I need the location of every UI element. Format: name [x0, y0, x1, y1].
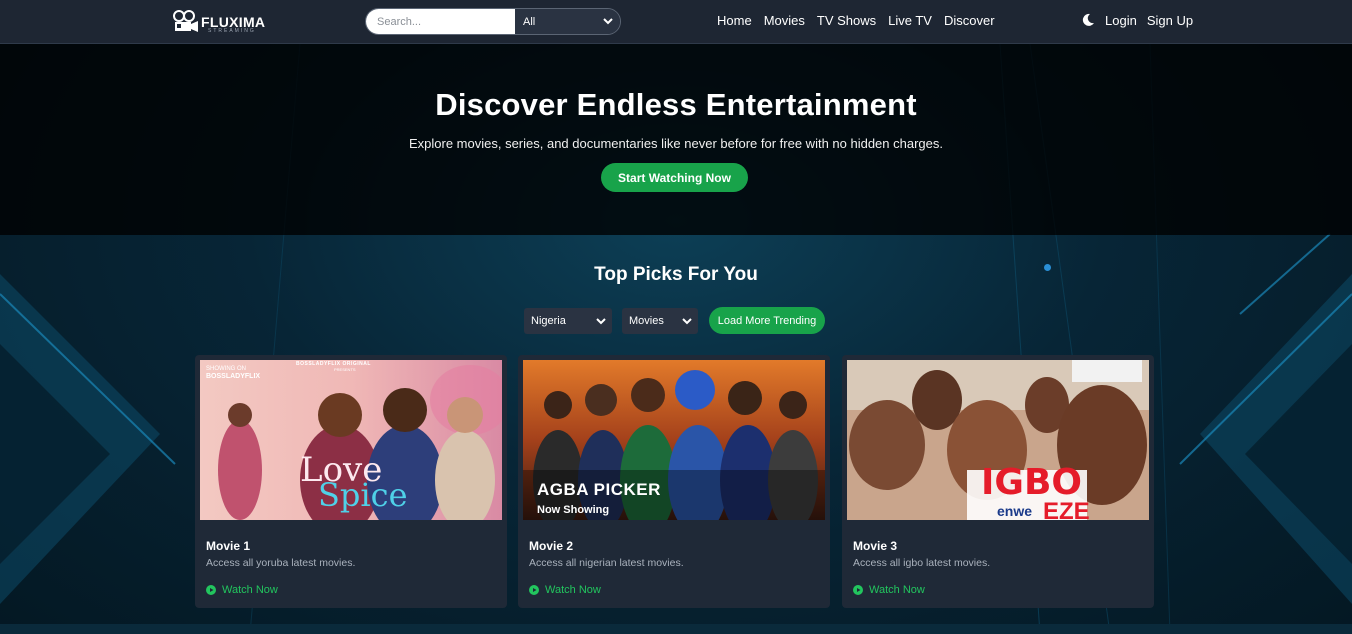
navbar: FLUXIMA STREAMING All Home Movies TV Sho…: [0, 0, 1352, 44]
chevron-down-icon: [682, 318, 692, 325]
poster-title-igbo: IGBO: [981, 462, 1082, 503]
hero-title: Discover Endless Entertainment: [435, 87, 917, 122]
signup-link[interactable]: Sign Up: [1147, 13, 1193, 28]
card-title: Movie 3: [853, 539, 898, 553]
brand-tagline: STREAMING: [208, 28, 256, 34]
movie-poster-agba-picker[interactable]: AGBA PICKER Now Showing: [523, 360, 825, 520]
movie-card[interactable]: SHOWING ON BOSSLADYFLIX BOSSLADYFLIX ORI…: [195, 355, 507, 608]
search-category-select[interactable]: All: [515, 9, 620, 34]
decorative-dot: [1044, 264, 1051, 271]
card-description: Access all yoruba latest movies.: [206, 557, 356, 569]
watch-now-link[interactable]: Watch Now: [853, 584, 925, 596]
poster-channel: BOSSLADYFLIX: [206, 373, 261, 380]
moon-icon[interactable]: [1081, 13, 1095, 27]
chevron-down-icon: [596, 318, 606, 325]
nav-movies[interactable]: Movies: [764, 13, 805, 28]
nav-home[interactable]: Home: [717, 13, 752, 28]
type-select-value: Movies: [629, 315, 664, 327]
nav-tv-shows[interactable]: TV Shows: [817, 13, 876, 28]
nav-discover[interactable]: Discover: [944, 13, 995, 28]
play-circle-icon: [206, 585, 216, 595]
search-bar: All: [365, 8, 621, 35]
movie-card[interactable]: AGBA PICKER Now Showing Movie 2 Access a…: [518, 355, 830, 608]
card-description: Access all nigerian latest movies.: [529, 557, 684, 569]
poster-showing-on: SHOWING ON: [206, 366, 246, 372]
film-camera-icon: [173, 10, 198, 32]
card-description: Access all igbo latest movies.: [853, 557, 991, 569]
country-select[interactable]: Nigeria: [524, 308, 612, 334]
search-category-value: All: [523, 15, 536, 28]
play-circle-icon: [529, 585, 539, 595]
watch-now-label: Watch Now: [545, 584, 601, 596]
main-nav: Home Movies TV Shows Live TV Discover: [717, 13, 1007, 28]
type-select[interactable]: Movies: [622, 308, 698, 334]
watch-now-link[interactable]: Watch Now: [206, 584, 278, 596]
movie-card[interactable]: IGBO enwe EZE Movie 3 Access all igbo la…: [842, 355, 1154, 608]
chevron-down-icon: [603, 18, 613, 25]
poster-title-spice: Spice: [318, 476, 408, 514]
load-more-trending-button[interactable]: Load More Trending: [709, 307, 825, 334]
poster-title-agba-picker: AGBA PICKER: [537, 480, 661, 499]
poster-title-enwe: enwe: [997, 503, 1033, 519]
start-watching-button[interactable]: Start Watching Now: [601, 163, 748, 192]
country-select-value: Nigeria: [531, 315, 566, 327]
movie-poster-igbo-enwe-eze[interactable]: IGBO enwe EZE: [847, 360, 1149, 520]
nav-live-tv[interactable]: Live TV: [888, 13, 932, 28]
search-input[interactable]: [366, 9, 515, 34]
hero-banner: Discover Endless Entertainment Explore m…: [0, 44, 1352, 235]
hero-subtitle: Explore movies, series, and documentarie…: [408, 136, 943, 151]
watch-now-label: Watch Now: [869, 584, 925, 596]
top-picks-title: Top Picks For You: [594, 264, 758, 285]
movie-poster-love-spice[interactable]: SHOWING ON BOSSLADYFLIX BOSSLADYFLIX ORI…: [200, 360, 502, 520]
card-title: Movie 2: [529, 539, 574, 553]
poster-presents: PRESENTS: [334, 367, 356, 372]
poster-title-eze: EZE: [1043, 498, 1090, 520]
brand-logo[interactable]: FLUXIMA STREAMING: [172, 9, 265, 35]
watch-now-label: Watch Now: [222, 584, 278, 596]
watch-now-link[interactable]: Watch Now: [529, 584, 601, 596]
login-link[interactable]: Login: [1105, 13, 1137, 28]
auth-links: Login Sign Up: [1105, 13, 1203, 28]
card-title: Movie 1: [206, 539, 251, 553]
play-circle-icon: [853, 585, 863, 595]
poster-now-showing: Now Showing: [537, 504, 610, 516]
